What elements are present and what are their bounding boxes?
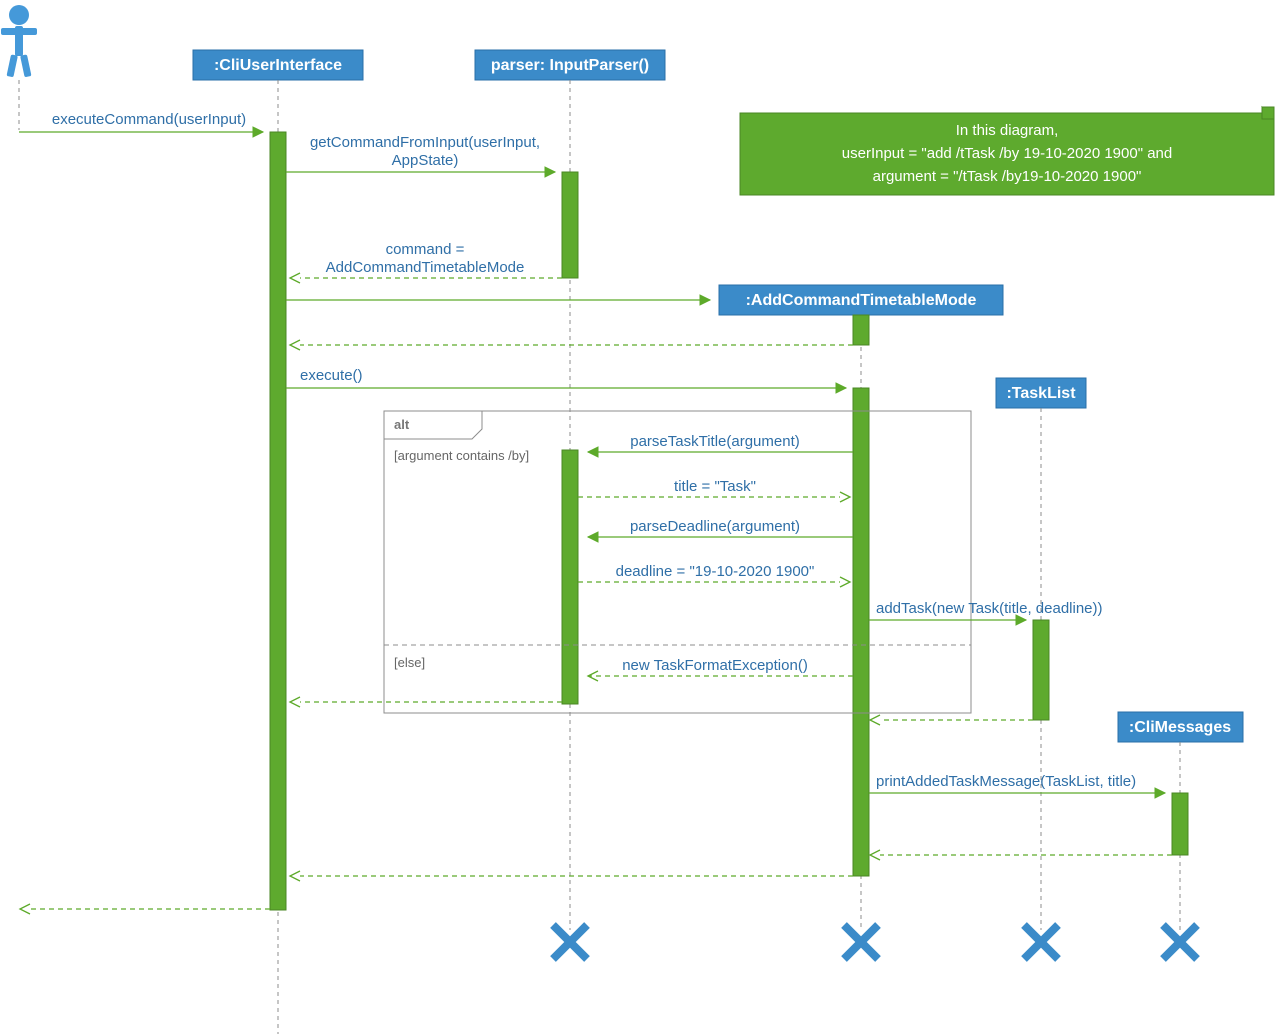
addcmd-act-create — [853, 315, 869, 345]
msg-exception: new TaskFormatException() — [622, 657, 808, 674]
addcmd-label: :AddCommandTimetableMode — [746, 292, 977, 309]
destroy-parser — [553, 925, 587, 959]
msg-addTask: addTask(new Task(title, deadline)) — [876, 600, 1103, 617]
climsg-label: :CliMessages — [1129, 719, 1231, 736]
note-l3: argument = "/tTask /by19-10-2020 1900" — [873, 168, 1142, 185]
addcmd-act-exec — [853, 388, 869, 876]
cli-activation — [270, 132, 286, 910]
note-l2: userInput = "add /tTask /by 19-10-2020 1… — [842, 145, 1172, 162]
alt-label: alt — [394, 417, 410, 432]
msg-printAdded: printAddedTaskMessage(TaskList, title) — [876, 773, 1136, 790]
destroy-addcmd — [844, 925, 878, 959]
cli-label: :CliUserInterface — [214, 57, 342, 74]
msg-deadline: deadline = "19-10-2020 1900" — [616, 563, 815, 580]
climsg-act — [1172, 793, 1188, 855]
sequence-diagram: :CliUserInterface parser: InputParser() … — [0, 0, 1288, 1034]
msg-getCommand-b: AppState) — [392, 152, 459, 169]
msg-execute: execute() — [300, 367, 363, 384]
msg-getCommand-a: getCommandFromInput(userInput, — [310, 134, 540, 151]
parser-act2 — [562, 450, 578, 704]
guard1: [argument contains /by] — [394, 448, 529, 463]
msg-parseDeadline: parseDeadline(argument) — [630, 518, 800, 535]
guard2: [else] — [394, 655, 425, 670]
tasklist-act — [1033, 620, 1049, 720]
tasklist-label: :TaskList — [1006, 385, 1076, 402]
msg-executeCommand: executeCommand(userInput) — [52, 111, 246, 128]
parser-label: parser: InputParser() — [491, 57, 649, 74]
note: In this diagram, userInput = "add /tTask… — [740, 107, 1274, 195]
msg-ret-command-a: command = — [386, 241, 465, 258]
msg-parseTitle: parseTaskTitle(argument) — [630, 433, 800, 450]
destroy-climsg — [1163, 925, 1197, 959]
note-l1: In this diagram, — [956, 122, 1059, 139]
actor-icon — [1, 5, 37, 77]
parser-act1 — [562, 172, 578, 278]
destroy-tasklist — [1024, 925, 1058, 959]
msg-ret-command-b: AddCommandTimetableMode — [326, 259, 525, 276]
msg-title: title = "Task" — [674, 478, 756, 495]
